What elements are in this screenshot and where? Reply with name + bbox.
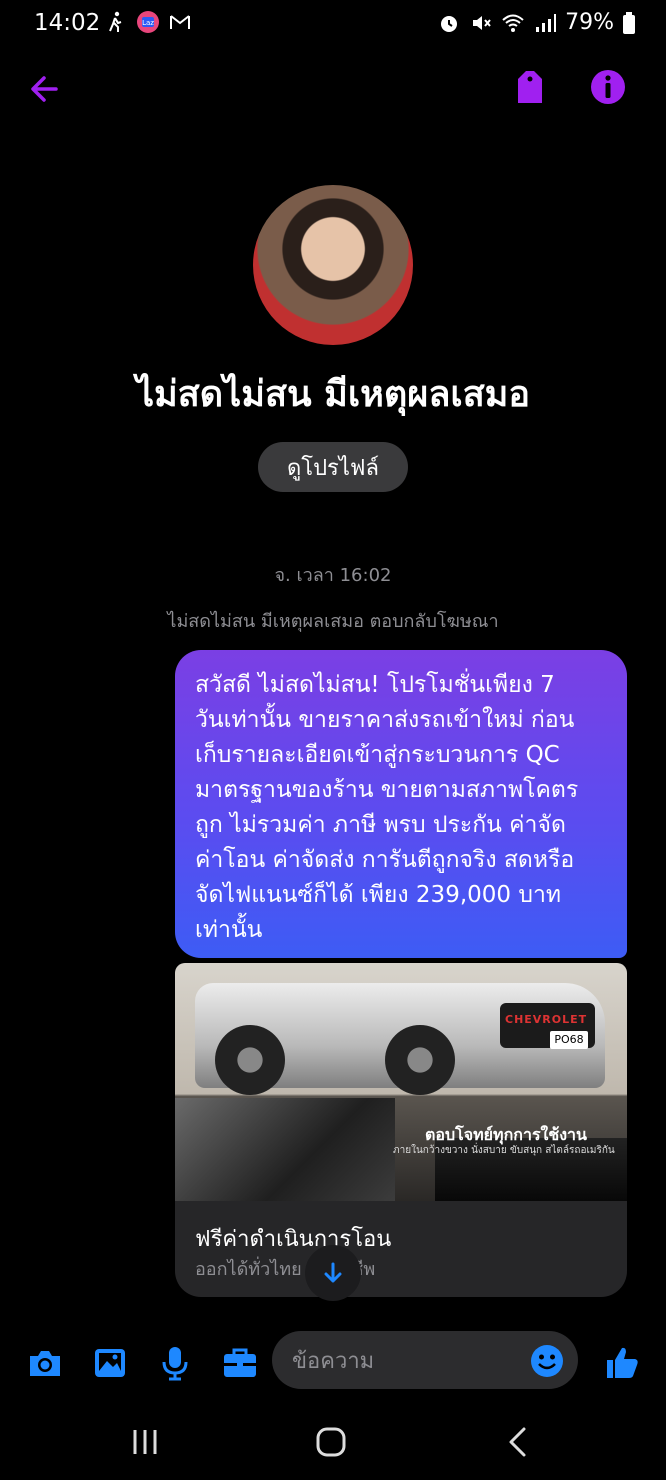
engine-photo (175, 1098, 395, 1201)
battery-icon (623, 11, 635, 34)
back-nav-icon[interactable] (498, 1422, 538, 1462)
signal-icon (536, 13, 557, 32)
arrow-down-icon (324, 1262, 342, 1283)
scroll-to-bottom-button[interactable] (305, 1245, 361, 1301)
ad-card-title: ฟรีค่าดำเนินการโอน (195, 1227, 392, 1252)
message-line: จัดไฟแนนซ์ก็ได้ เพียง 239,000 บาท (195, 882, 562, 908)
license-plate: PO68 (550, 1031, 588, 1049)
message-line: สวัสดี ไม่สดไม่สน! โปรโมชั่นเพียง 7 (195, 672, 555, 698)
message-line: เท่านั้น (195, 917, 263, 943)
ad-image: CHEVROLET PO68 ตอบโจทย์ทุกการใช้งาน ภายใ… (175, 963, 627, 1201)
svg-text:Laz: Laz (142, 19, 154, 27)
wifi-icon (502, 14, 524, 32)
wheel-rear (215, 1025, 285, 1095)
home-icon[interactable] (311, 1422, 351, 1462)
message-timestamp: จ. เวลา 16:02 (274, 565, 392, 586)
status-system-icons: 79% (437, 10, 636, 35)
recent-apps-icon[interactable] (125, 1422, 165, 1462)
ad-attachment-card[interactable]: CHEVROLET PO68 ตอบโจทย์ทุกการใช้งาน ภายใ… (175, 963, 627, 1297)
alarm-icon (441, 15, 458, 32)
walking-icon (109, 11, 122, 32)
profile-name: ไม่สดไม่สน มีเหตุผลเสมอ (135, 374, 531, 415)
camera-icon[interactable] (25, 1343, 65, 1383)
view-profile-button[interactable]: ดูโปรไฟล์ (258, 442, 408, 492)
mute-icon (473, 15, 491, 30)
tag-icon[interactable] (510, 67, 550, 107)
chat-header (0, 55, 666, 120)
message-line: ถูก ไม่รวมค่า ภาษี พรบ ประกัน ค่าจัด (195, 812, 566, 838)
message-line: วันเท่านั้น ขายราคาส่งรถเข้าใหม่ ก่อน (195, 707, 575, 733)
briefcase-icon[interactable] (220, 1343, 260, 1383)
android-navigation-bar (0, 1400, 666, 1480)
message-composer: ข้อความ (0, 1325, 666, 1395)
emoji-icon[interactable] (530, 1344, 564, 1378)
avatar[interactable] (253, 185, 413, 345)
arrow-left-icon[interactable] (26, 69, 66, 109)
message-line: มาตรฐานของร้าน ขายตามสภาพโคตร (195, 777, 579, 803)
info-icon[interactable] (588, 67, 628, 107)
ad-banner-subtext: ภายในกว้างขวาง นั่งสบาย ขับสนุก สไตล์รถอ… (393, 1145, 615, 1156)
status-bar: 14:02 Laz 79% (0, 0, 666, 50)
reply-note: ไม่สดไม่สน มีเหตุผลเสมอ ตอบกลับโฆษณา (167, 611, 499, 632)
status-time: 14:02 (34, 10, 101, 36)
image-icon[interactable] (90, 1343, 130, 1383)
thumbs-up-icon[interactable] (602, 1343, 642, 1383)
truck-brand-text: CHEVROLET (505, 1013, 588, 1026)
message-line: เก็บรายละเอียดเข้าสู่กระบวนการ QC (195, 742, 560, 768)
battery-percent: 79% (565, 10, 614, 35)
message-line: ค่าโอน ค่าจัดส่ง การันตีถูกจริง สดหรือ (195, 847, 575, 873)
wheel-front (385, 1025, 455, 1095)
lazada-icon: Laz (137, 11, 159, 33)
message-bubble[interactable]: สวัสดี ไม่สดไม่สน! โปรโมชั่นเพียง 7 วันเ… (175, 650, 627, 958)
status-notification-icons: Laz (104, 10, 192, 34)
microphone-icon[interactable] (155, 1343, 195, 1383)
messenger-chat-screen: 14:02 Laz 79% ไม่สดไม่สน มีเหตุผลเสมอ ดู… (0, 0, 666, 1480)
gmail-icon (170, 15, 190, 29)
